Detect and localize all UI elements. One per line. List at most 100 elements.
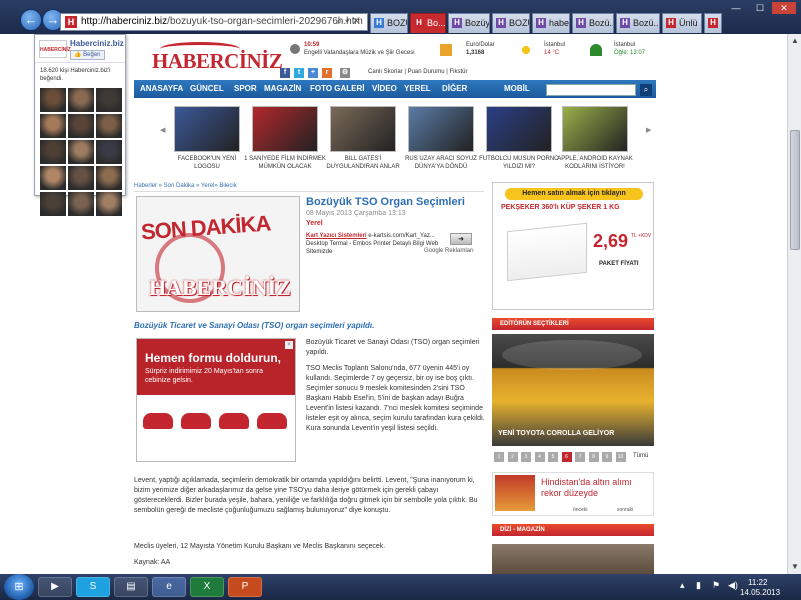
fb-fan-avatar[interactable] [68, 140, 94, 164]
excel-icon[interactable]: X [190, 577, 224, 597]
article-category[interactable]: Yerel [306, 220, 323, 227]
nav-item[interactable]: SPOR [234, 80, 257, 98]
text-ad-arrow-icon[interactable]: ➜ [450, 233, 472, 245]
nav-item[interactable]: GÜNCEL [190, 80, 224, 98]
ticker-headline[interactable]: Engelli Vatandaşlara Müzik ve Şiir Geces… [304, 50, 415, 56]
pager-all-link[interactable]: Tümü [633, 453, 648, 459]
fb-page-name[interactable]: Haberciniz.biz [70, 39, 124, 48]
taskbar-time[interactable]: 11:22 [748, 578, 767, 587]
thumb-caption[interactable]: BILL GATES'İ DUYGULANDIRAN ANLAR [322, 155, 404, 171]
thumb-caption[interactable]: APPLE, ANDROID KAYNAK KODLARINI İSTİYOR! [554, 155, 636, 171]
settings-icon[interactable]: ⚙ [340, 68, 350, 78]
fb-fan-avatar[interactable] [40, 192, 66, 216]
pager-button[interactable]: 5 [548, 452, 558, 462]
browser-tab[interactable]: HÜnlü ... [662, 13, 702, 33]
browser-tab[interactable]: HBOZÜ... [492, 13, 530, 33]
fb-fan-avatar[interactable] [40, 88, 66, 112]
scroll-thumb[interactable] [790, 130, 800, 250]
address-tools-icon[interactable]: ⌕▾✕ [337, 14, 363, 30]
news-next-link[interactable]: sonraki [617, 507, 633, 513]
thumb-image[interactable] [408, 106, 474, 152]
ad-close-icon[interactable]: × [285, 341, 293, 349]
rss-icon[interactable]: r [322, 68, 332, 78]
close-icon[interactable]: ✕ [772, 2, 796, 14]
fb-fan-avatar[interactable] [40, 166, 66, 190]
share-icon[interactable]: + [308, 68, 318, 78]
pager-button[interactable]: 3 [521, 452, 531, 462]
news-slider-title[interactable]: Hindistan'da altın alımı rekor düzeyde [541, 477, 651, 499]
browser-tab[interactable]: HBozü... [704, 13, 722, 33]
pager-button[interactable]: 4 [534, 452, 545, 462]
thumb-image[interactable] [252, 106, 318, 152]
tray-chevron-icon[interactable]: ▴ [680, 580, 685, 591]
maximize-icon[interactable]: ☐ [748, 2, 772, 14]
pager-button[interactable]: 6 [561, 452, 572, 462]
minimize-icon[interactable]: — [724, 2, 748, 14]
pager-button[interactable]: 1 [494, 452, 504, 462]
sugar-ad[interactable]: Hemen satın almak için tıklayın PEKŞEKER… [492, 182, 654, 310]
internet-explorer-icon[interactable]: e [152, 577, 186, 597]
nav-item[interactable]: MOBİL [504, 80, 530, 98]
fb-fan-avatar[interactable] [96, 166, 122, 190]
thumbs-prev-icon[interactable]: ◀ [160, 126, 166, 136]
thumb-image[interactable] [330, 106, 396, 152]
pager-button[interactable]: 10 [615, 452, 626, 462]
folder-icon[interactable]: ▤ [114, 577, 148, 597]
nav-item[interactable]: DİĞER [442, 80, 467, 98]
scroll-up-icon[interactable]: ▲ [788, 34, 801, 48]
volume-icon[interactable]: ◀) [728, 580, 738, 591]
pager-button[interactable]: 7 [575, 452, 585, 462]
browser-tab[interactable]: HBozüy... [448, 13, 490, 33]
breadcrumb[interactable]: Haberler » Son Dakika » Yerel» Bilecik [134, 183, 237, 189]
thumb-image[interactable] [174, 106, 240, 152]
back-button[interactable]: ← [20, 9, 42, 31]
flag-icon[interactable]: ⚑ [712, 580, 720, 591]
taskbar-date[interactable]: 14.05.2013 [740, 588, 780, 597]
thumb-caption[interactable]: FACEBOOK'UN YENİ LOGOSU [166, 155, 248, 171]
fb-fan-avatar[interactable] [96, 192, 122, 216]
sugar-ad-banner[interactable]: Hemen satın almak için tıklayın [505, 188, 643, 200]
nav-item[interactable]: YEREL [404, 80, 431, 98]
news-slider[interactable]: Hindistan'da altın alımı rekor düzeyde ö… [492, 472, 654, 516]
nav-item[interactable]: VİDEO [372, 80, 397, 98]
google-ads-label[interactable]: Google Reklamları [424, 248, 474, 254]
news-prev-link[interactable]: önceki [573, 507, 587, 513]
facebook-icon[interactable]: f [280, 68, 290, 78]
pager-button[interactable]: 9 [602, 452, 612, 462]
fb-fan-avatar[interactable] [68, 166, 94, 190]
pager-button[interactable]: 8 [588, 452, 599, 462]
media-player-icon[interactable]: ▶ [38, 577, 72, 597]
browser-tab[interactable]: HBozü... [616, 13, 660, 33]
browser-tab[interactable]: H Bo... [410, 13, 446, 33]
fb-fan-avatar[interactable] [68, 114, 94, 138]
editor-pick-image[interactable]: YENİ TOYOTA COROLLA GELİYOR [492, 334, 654, 446]
search-input[interactable] [546, 84, 636, 96]
fb-fan-avatar[interactable] [68, 88, 94, 112]
nav-item[interactable]: ANASAYFA [140, 80, 183, 98]
fb-like-button[interactable]: 👍 Beğen [70, 50, 105, 60]
pager-button[interactable]: 2 [507, 452, 518, 462]
fb-fan-avatar[interactable] [96, 140, 122, 164]
browser-tab[interactable]: HBOZÜ... [370, 13, 408, 33]
fb-fan-avatar[interactable] [96, 114, 122, 138]
thumb-image[interactable] [562, 106, 628, 152]
address-bar[interactable]: H http://haberciniz.biz/bozuyuk-tso-orga… [60, 13, 368, 31]
editor-pick-caption[interactable]: YENİ TOYOTA COROLLA GELİYOR [498, 430, 614, 437]
thumb-caption[interactable]: 1 SANİYEDE FİLM İNDİRMEK MÜMKÜN OLACAK [244, 155, 326, 171]
thumb-image[interactable] [486, 106, 552, 152]
thumb-caption[interactable]: RUS UZAY ARACI SOYUZ DÜNYA'YA DÖNDÜ [400, 155, 482, 171]
magazin-image[interactable] [492, 544, 654, 574]
fb-fan-avatar[interactable] [40, 114, 66, 138]
powerpoint-icon[interactable]: P [228, 577, 262, 597]
thumbs-next-icon[interactable]: ▶ [646, 126, 652, 136]
skype-icon[interactable]: S [76, 577, 110, 597]
nav-item[interactable]: MAGAZİN [264, 80, 301, 98]
fb-fan-avatar[interactable] [96, 88, 122, 112]
fb-fan-avatar[interactable] [68, 192, 94, 216]
browser-tab[interactable]: Hhaber... [532, 13, 570, 33]
network-icon[interactable]: ▮ [696, 580, 701, 591]
fb-fan-avatar[interactable] [40, 140, 66, 164]
page-scrollbar[interactable]: ▲ ▼ [787, 34, 801, 574]
scroll-down-icon[interactable]: ▼ [788, 560, 801, 574]
car-ad[interactable]: Hemen formu doldurun, Sürpriz indirimimi… [136, 338, 296, 462]
